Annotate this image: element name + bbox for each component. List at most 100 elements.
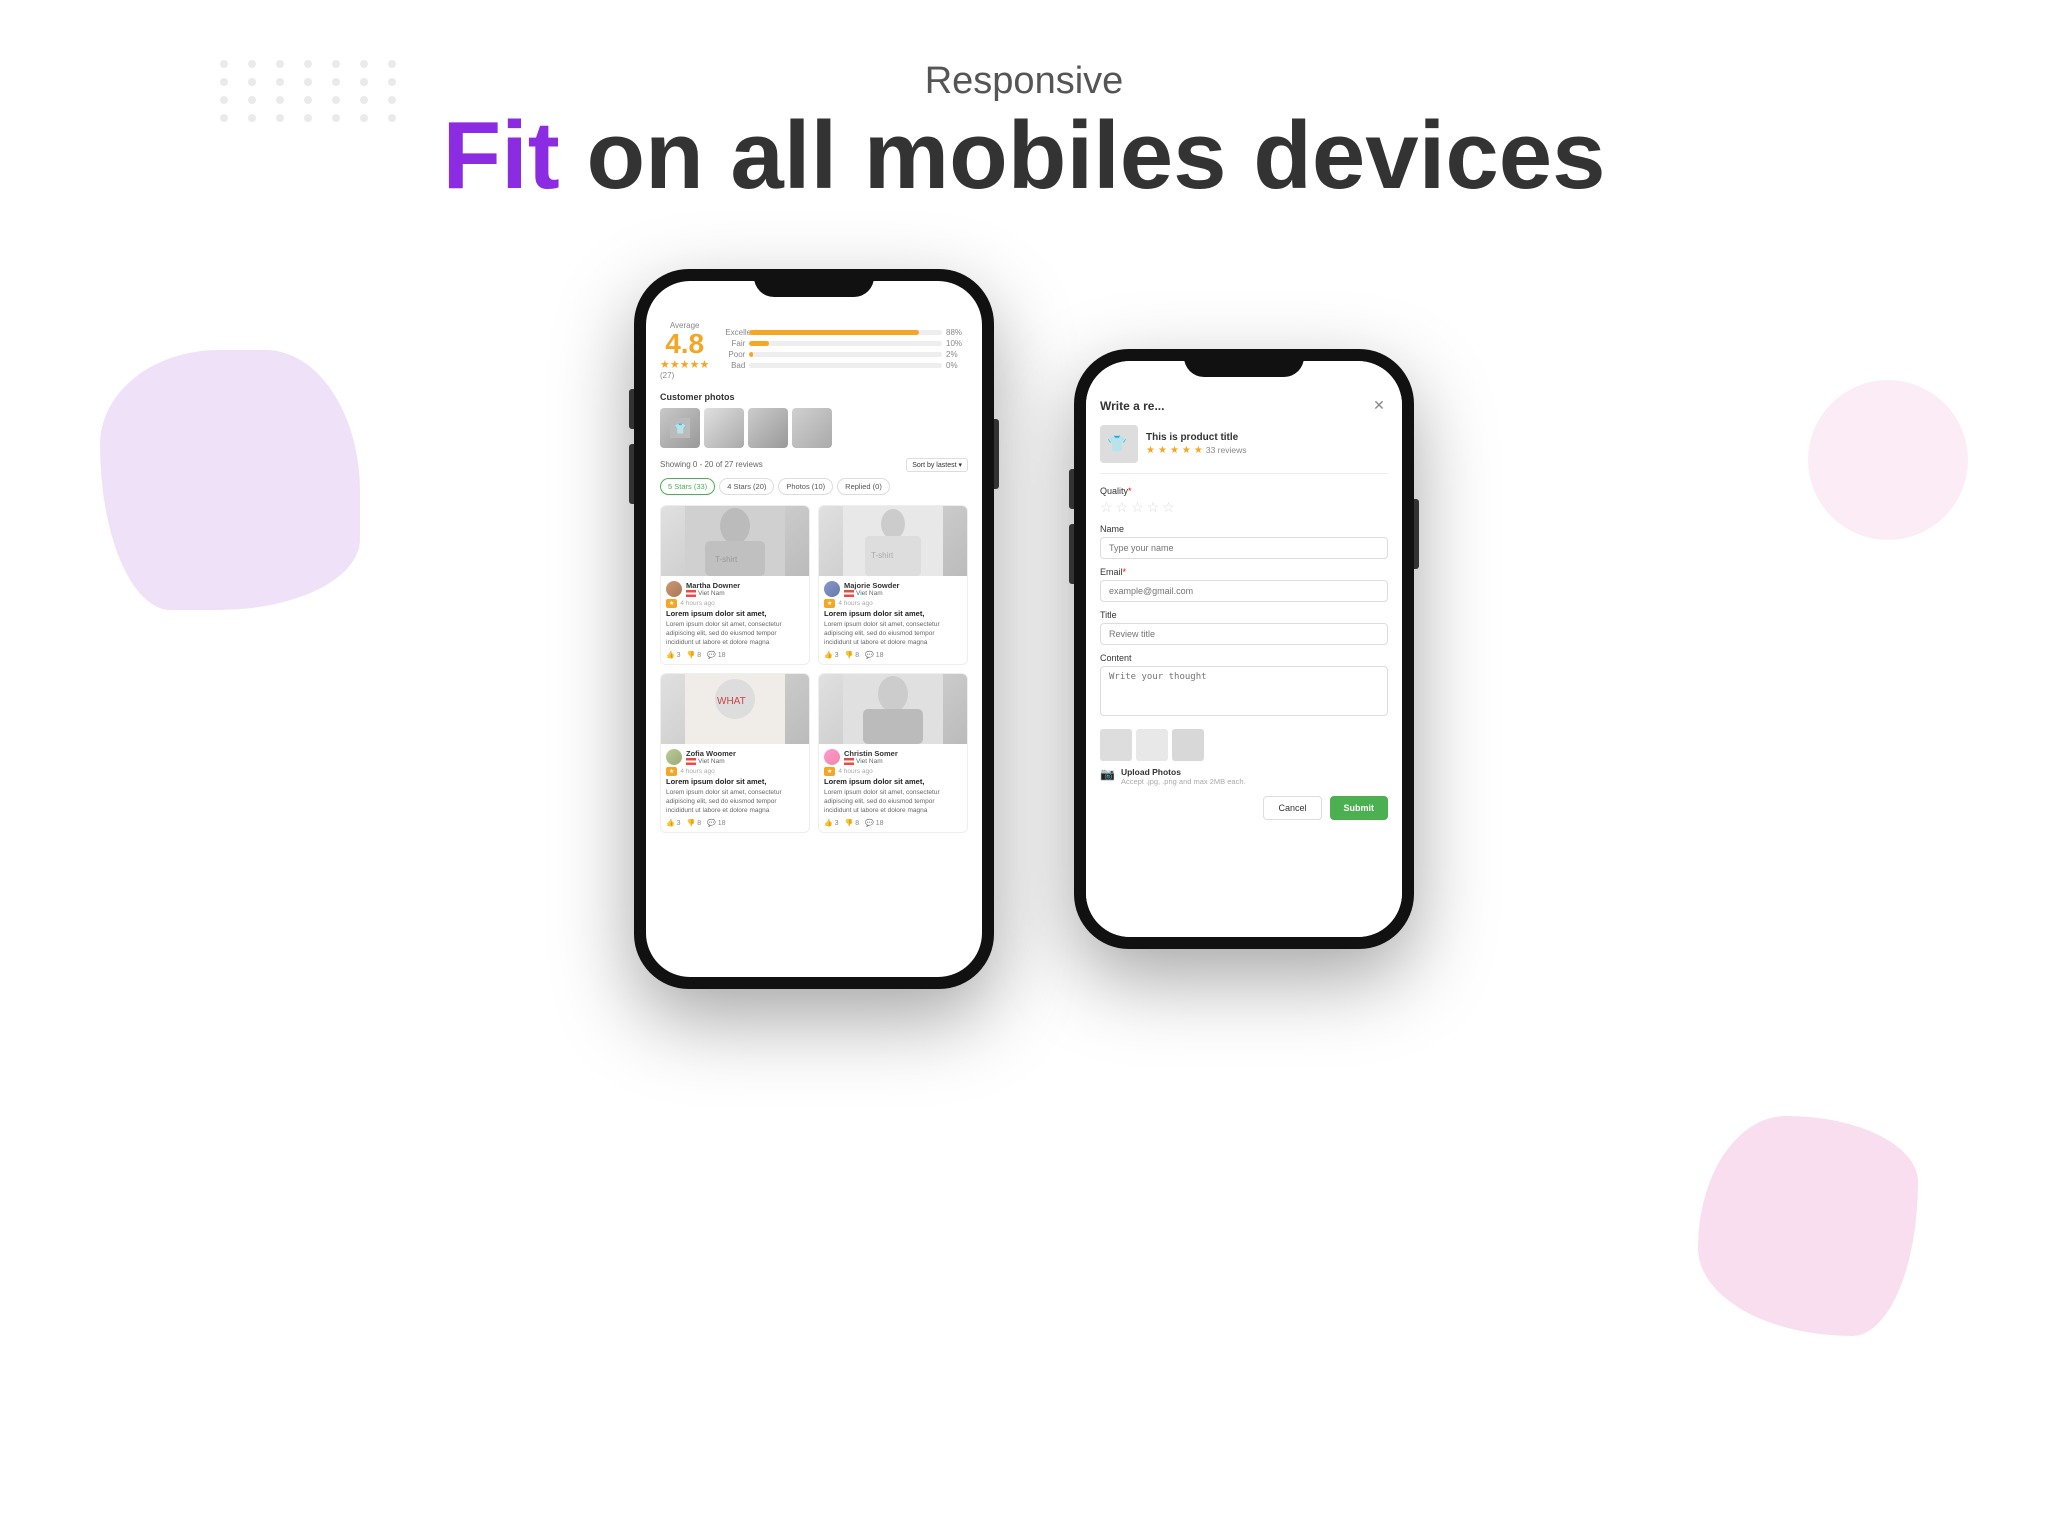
reviewer-country-3: Viet Nam — [686, 758, 736, 765]
product-star-3: ★ — [1170, 445, 1179, 456]
product-details: This is product title ★ ★ ★ ★ ★ 33 revie… — [1146, 432, 1246, 456]
side-button-left-top — [629, 389, 634, 429]
email-required: * — [1123, 567, 1127, 577]
star-badge-4: ★ — [824, 767, 835, 776]
content-field: Content — [1100, 653, 1388, 721]
avatar-2 — [824, 581, 840, 597]
close-button[interactable]: ✕ — [1370, 397, 1388, 415]
photo-thumb-1[interactable]: 👕 — [660, 408, 700, 448]
filter-tab-4stars[interactable]: 4 Stars (20) — [719, 478, 774, 495]
reviewer-name-3: Zofia Woomer — [686, 749, 736, 758]
star-3[interactable]: ☆ — [1131, 499, 1144, 516]
reviewer-name-2: Majorie Sowder — [844, 581, 899, 590]
page-header: Responsive Fit on all mobiles devices — [0, 0, 2048, 249]
left-phone-screen: Average 4.8 ★★★★★ (27) Excellent 88% Fai… — [646, 281, 982, 977]
review-image-2: T-shirt — [819, 506, 967, 576]
svg-text:👕: 👕 — [1107, 435, 1127, 453]
star-2[interactable]: ☆ — [1116, 499, 1129, 516]
product-star-2: ★ — [1158, 445, 1167, 456]
title-label: Title — [1100, 610, 1388, 620]
review-text-2: Lorem ipsum dolor sit amet, consectetur … — [824, 620, 962, 647]
star-badge-3: ★ — [666, 767, 677, 776]
review-body-3: Zofia Woomer Viet Nam ★ 4 hours ago — [661, 744, 809, 832]
review-text-3: Lorem ipsum dolor sit amet, consectetur … — [666, 788, 804, 815]
email-label: Email* — [1100, 567, 1388, 577]
reaction-row-4: 👍 3 👎 8 💬 18 — [824, 819, 962, 827]
review-image-1: T-shirt — [661, 506, 809, 576]
uploaded-photos — [1100, 729, 1388, 761]
filter-tabs: 5 Stars (33) 4 Stars (20) Photos (10) Re… — [660, 478, 968, 495]
reviewer-row-4: Christin Somer Viet Nam — [824, 749, 962, 765]
photo-thumb-2[interactable] — [704, 408, 744, 448]
cancel-button[interactable]: Cancel — [1263, 796, 1321, 820]
flag-4 — [844, 758, 854, 765]
review-card-1: T-shirt Martha Downer Viet Nam — [660, 505, 810, 665]
page-title: Fit on all mobiles devices — [0, 103, 2048, 209]
photo-thumb-3[interactable] — [748, 408, 788, 448]
required-marker: * — [1128, 486, 1132, 496]
reaction-row-3: 👍 3 👎 8 💬 18 — [666, 819, 804, 827]
right-phone-notch — [1184, 349, 1304, 377]
right-screen-content: Write a re... ✕ 👕 This is product title … — [1086, 361, 1402, 937]
filter-tab-5stars[interactable]: 5 Stars (33) — [660, 478, 715, 495]
name-input[interactable] — [1100, 537, 1388, 559]
side-button-right-power — [1414, 499, 1419, 569]
customer-photos-label: Customer photos — [660, 392, 968, 402]
email-field: Email* — [1100, 567, 1388, 602]
comments-3[interactable]: 💬 18 — [707, 819, 725, 827]
responsive-label: Responsive — [0, 60, 2048, 103]
svg-text:WHAT: WHAT — [717, 696, 746, 707]
reviewer-row-1: Martha Downer Viet Nam — [666, 581, 804, 597]
title-rest: on all mobiles devices — [560, 102, 1606, 209]
star-badge-2: ★ — [824, 599, 835, 608]
star-1[interactable]: ☆ — [1100, 499, 1113, 516]
left-screen-content: Average 4.8 ★★★★★ (27) Excellent 88% Fai… — [646, 281, 982, 977]
likes-1[interactable]: 👍 3 — [666, 651, 681, 659]
likes-3[interactable]: 👍 3 — [666, 819, 681, 827]
bar-fill-poor — [749, 352, 753, 357]
review-title-2: Lorem ipsum dolor sit amet, — [824, 609, 962, 618]
title-field: Title — [1100, 610, 1388, 645]
reviewer-row-2: Majorie Sowder Viet Nam — [824, 581, 962, 597]
sort-button[interactable]: Sort by lastest ▾ — [906, 458, 968, 472]
photo-thumb-4[interactable] — [792, 408, 832, 448]
reviewer-country-2: Viet Nam — [844, 590, 899, 597]
submit-button[interactable]: Submit — [1330, 796, 1389, 820]
star-4[interactable]: ☆ — [1147, 499, 1160, 516]
title-input[interactable] — [1100, 623, 1388, 645]
content-textarea[interactable] — [1100, 666, 1388, 716]
likes-2[interactable]: 👍 3 — [824, 651, 839, 659]
review-title-4: Lorem ipsum dolor sit amet, — [824, 777, 962, 786]
flag-3 — [686, 758, 696, 765]
avg-stars: ★★★★★ — [660, 358, 709, 371]
product-star-5: ★ — [1194, 445, 1203, 456]
comments-4[interactable]: 💬 18 — [865, 819, 883, 827]
likes-4[interactable]: 👍 3 — [824, 819, 839, 827]
dislikes-3[interactable]: 👎 8 — [687, 819, 702, 827]
name-field: Name — [1100, 524, 1388, 559]
reviewer-row-3: Zofia Woomer Viet Nam — [666, 749, 804, 765]
star-5[interactable]: ☆ — [1162, 499, 1175, 516]
email-input[interactable] — [1100, 580, 1388, 602]
side-button-left-vol — [629, 444, 634, 504]
upload-row[interactable]: 📷 Upload Photos Accept .jpg, .png and ma… — [1100, 767, 1388, 786]
review-image-3: WHAT — [661, 674, 809, 744]
bar-row-poor: Poor 2% — [725, 350, 968, 359]
phones-container: Average 4.8 ★★★★★ (27) Excellent 88% Fai… — [0, 249, 2048, 989]
right-phone-screen: Write a re... ✕ 👕 This is product title … — [1086, 361, 1402, 937]
review-image-4 — [819, 674, 967, 744]
time-ago-3: 4 hours ago — [680, 768, 714, 775]
dislikes-4[interactable]: 👎 8 — [845, 819, 860, 827]
uploaded-photo-3 — [1172, 729, 1204, 761]
filter-tab-replied[interactable]: Replied (0) — [837, 478, 890, 495]
dislikes-1[interactable]: 👎 8 — [687, 651, 702, 659]
flag-2 — [844, 590, 854, 597]
comments-2[interactable]: 💬 18 — [865, 651, 883, 659]
reaction-row-2: 👍 3 👎 8 💬 18 — [824, 651, 962, 659]
dislikes-2[interactable]: 👎 8 — [845, 651, 860, 659]
star-input[interactable]: ☆ ☆ ☆ ☆ ☆ — [1100, 499, 1388, 516]
quality-field: Quality* ☆ ☆ ☆ ☆ ☆ — [1100, 486, 1388, 516]
comments-1[interactable]: 💬 18 — [707, 651, 725, 659]
review-body-2: Majorie Sowder Viet Nam ★ 4 hours ago — [819, 576, 967, 664]
filter-tab-photos[interactable]: Photos (10) — [778, 478, 833, 495]
